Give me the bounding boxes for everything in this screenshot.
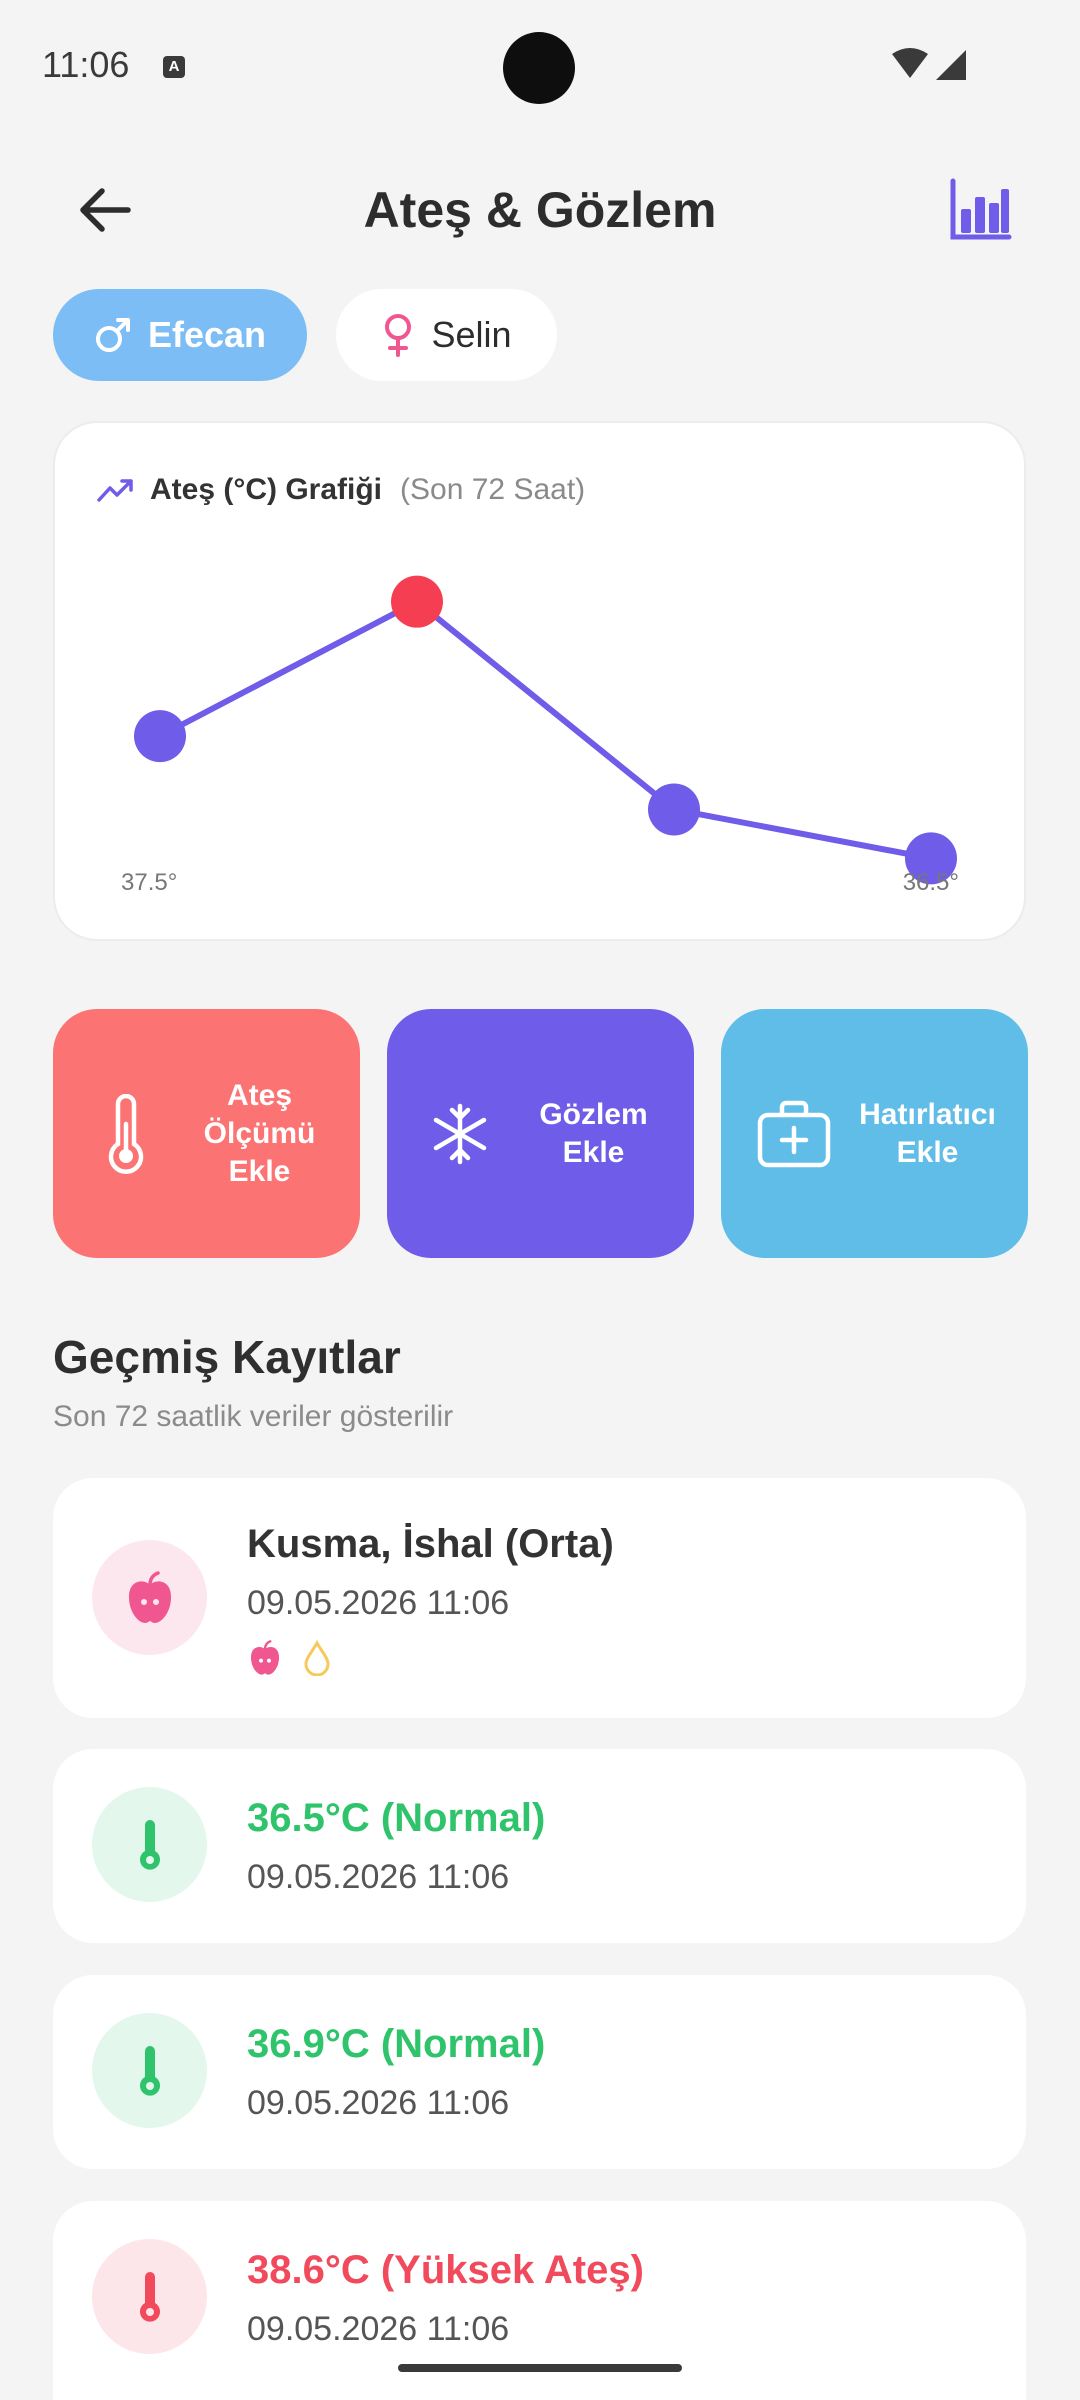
thermometer-icon (139, 2045, 160, 2096)
record-title: 38.6°C (Yüksek Ateş) (247, 2248, 644, 2292)
chart-data-point[interactable] (391, 575, 443, 628)
chart-first-label: 37.5° (121, 869, 177, 896)
camera-cutout (503, 32, 575, 104)
fever-line-chart: 37.5° 36.5° (121, 575, 959, 896)
apple-icon (128, 1570, 171, 1623)
female-icon (385, 314, 412, 357)
back-button[interactable] (70, 175, 140, 245)
medical-kit-icon (757, 1100, 830, 1167)
action-label: Ateş Ölçümü Ekle (203, 1078, 316, 1188)
profile-chip-efecan[interactable]: Efecan (53, 289, 307, 381)
profile-chip-label: Efecan (147, 314, 267, 355)
action-label: Gözlem Ekle (539, 1097, 648, 1169)
asterisk-icon (433, 1103, 486, 1164)
drop-icon (304, 1640, 330, 1676)
chart-series-line (158, 598, 932, 862)
notification-icon: A (163, 56, 185, 78)
record-title: Kusma, İshal (Orta) (247, 1522, 614, 1566)
record-icon-circle (92, 2013, 207, 2128)
profile-chip-selin[interactable]: Selin (336, 289, 557, 381)
add-reminder-button[interactable]: Hatırlatıcı Ekle (721, 1009, 1028, 1258)
male-icon (95, 318, 130, 352)
wifi-signal-icon (892, 48, 966, 80)
chart-subtitle: (Son 72 Saat) (400, 473, 586, 506)
record-date: 09.05.2026 11:06 (247, 2084, 510, 2122)
record-icon-circle (92, 2239, 207, 2354)
home-indicator[interactable] (398, 2364, 682, 2372)
chart-last-label: 36.5° (903, 869, 959, 896)
add-fever-measurement-button[interactable]: Ateş Ölçümü Ekle (53, 1009, 360, 1258)
chart-title: Ateş (°C) Grafiği (150, 473, 383, 506)
record-date: 09.05.2026 11:06 (247, 1858, 510, 1896)
thermometer-icon (139, 1819, 160, 1870)
arrow-left-icon (80, 188, 131, 232)
history-subtitle: Son 72 saatlik veriler gösterilir (53, 1400, 454, 1433)
thermometer-icon (108, 1093, 143, 1174)
chart-header: Ateş (°C) Grafiği (Son 72 Saat) (96, 470, 585, 510)
bar-chart-icon (950, 178, 1012, 240)
thermometer-icon (139, 2271, 160, 2322)
add-observation-button[interactable]: Gözlem Ekle (387, 1009, 694, 1258)
record-title: 36.9°C (Normal) (247, 2022, 546, 2066)
record-icon-circle (92, 1540, 207, 1655)
page-title: Ateş & Gözlem (363, 182, 717, 238)
record-title: 36.5°C (Normal) (247, 1796, 546, 1840)
history-title: Geçmiş Kayıtlar (53, 1331, 401, 1383)
action-label: Hatırlatıcı Ekle (859, 1097, 996, 1169)
chart-data-point[interactable] (134, 710, 186, 763)
apple-icon (251, 1640, 279, 1675)
statistics-button[interactable] (945, 175, 1015, 245)
chart-data-point[interactable] (648, 783, 700, 836)
profile-chip-label: Selin (431, 314, 512, 355)
record-icon-circle (92, 1787, 207, 1902)
trending-up-icon (97, 479, 133, 502)
status-time: 11:06 (42, 44, 130, 85)
record-date: 09.05.2026 11:06 (247, 1584, 510, 1622)
record-date: 09.05.2026 11:06 (247, 2310, 510, 2348)
